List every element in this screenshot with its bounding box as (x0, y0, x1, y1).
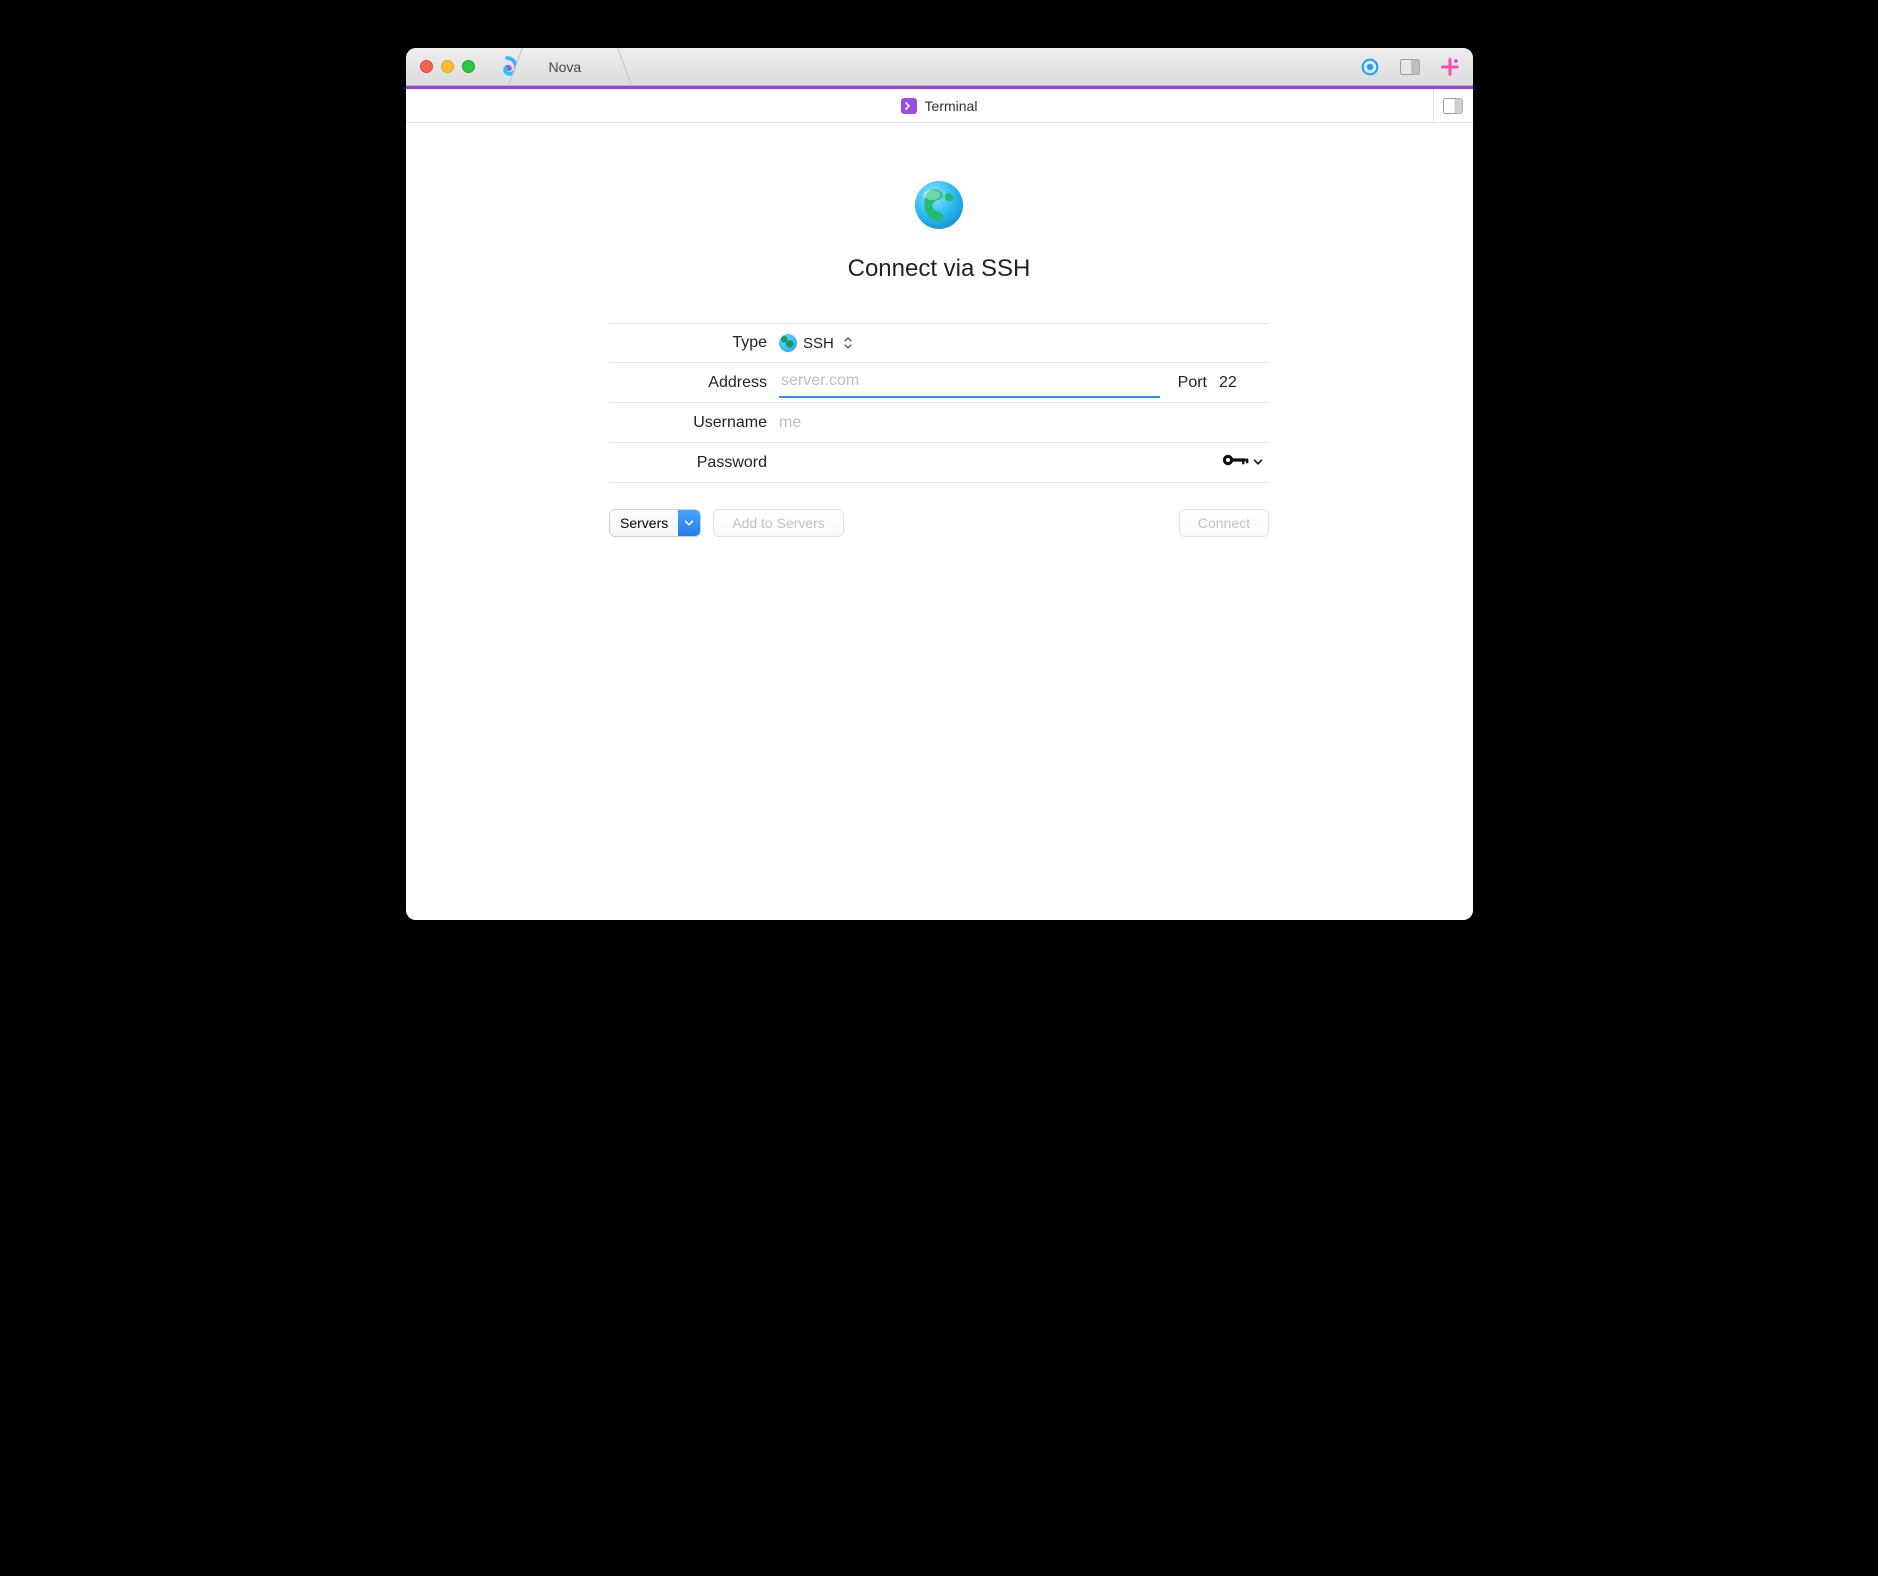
globe-small-icon (779, 334, 797, 352)
connect-label: Connect (1198, 515, 1250, 531)
app-window: Nova Terminal (406, 48, 1473, 920)
type-label: Type (609, 334, 779, 352)
row-username: Username (609, 403, 1269, 443)
stepper-icon (844, 337, 852, 349)
username-label: Username (609, 414, 779, 432)
document-tabbar: Terminal (406, 89, 1473, 123)
auth-method-toggle[interactable] (1221, 452, 1269, 473)
row-password: Password (609, 443, 1269, 483)
window-controls (406, 60, 475, 73)
row-address: Address Port (609, 363, 1269, 403)
titlebar-tab-label: Nova (549, 59, 582, 75)
titlebar-tab[interactable]: Nova (529, 48, 612, 85)
preview-button[interactable] (1357, 56, 1383, 78)
form-footer: Servers Add to Servers Connect (609, 509, 1269, 537)
password-label: Password (609, 454, 779, 472)
ssh-form: Type SSH Address Port (609, 323, 1269, 483)
port-input[interactable] (1219, 374, 1269, 392)
page-title: Connect via SSH (848, 255, 1031, 283)
tab-terminal-label: Terminal (925, 98, 978, 114)
tab-terminal[interactable]: Terminal (901, 98, 978, 114)
close-window-button[interactable] (420, 60, 433, 73)
port-label: Port (1178, 374, 1207, 392)
sidebar-toggle-button[interactable] (1433, 89, 1473, 122)
layout-toggle-button[interactable] (1397, 56, 1423, 78)
servers-label: Servers (610, 510, 678, 536)
add-to-servers-label: Add to Servers (732, 515, 825, 531)
password-input[interactable] (779, 454, 1215, 472)
globe-icon (912, 178, 966, 237)
add-to-servers-button[interactable]: Add to Servers (713, 509, 844, 537)
zoom-window-button[interactable] (462, 60, 475, 73)
type-select[interactable]: SSH (779, 334, 852, 352)
key-icon (1221, 452, 1249, 473)
titlebar: Nova (406, 48, 1473, 86)
type-value: SSH (803, 335, 834, 352)
username-input[interactable] (779, 414, 1269, 432)
row-type: Type SSH (609, 323, 1269, 363)
connect-panel: Connect via SSH Type SSH Address (406, 123, 1473, 920)
address-label: Address (609, 374, 779, 392)
servers-menu-button[interactable]: Servers (609, 509, 701, 537)
terminal-icon (901, 98, 917, 114)
chevron-down-icon (678, 510, 700, 536)
new-tab-button[interactable] (1437, 56, 1463, 78)
connect-button[interactable]: Connect (1179, 509, 1269, 537)
address-input[interactable] (779, 368, 1160, 398)
chevron-down-icon (1253, 454, 1263, 472)
minimize-window-button[interactable] (441, 60, 454, 73)
